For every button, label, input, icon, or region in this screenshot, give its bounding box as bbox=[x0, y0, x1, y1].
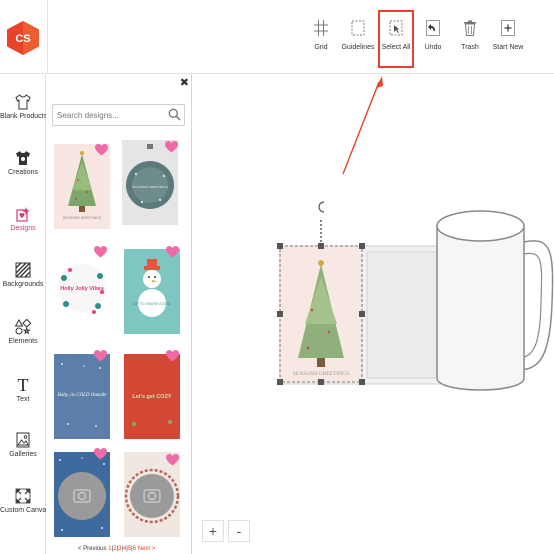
design-thumbnail[interactable]: Holly Jolly Vibes bbox=[54, 248, 110, 333]
favorite-heart-icon[interactable] bbox=[95, 144, 108, 156]
snowman-illustration: UP TO SNOW GOOD bbox=[134, 259, 171, 317]
page-link[interactable]: 6 bbox=[133, 546, 136, 552]
pagination: < Previous 1|2|3|4|5|6 Next > bbox=[78, 546, 156, 552]
undo-icon bbox=[426, 20, 440, 36]
page-link[interactable]: 4 bbox=[123, 546, 126, 552]
guidelines-label: Guidelines bbox=[341, 44, 375, 51]
cold-outside-illustration: Baby, its COLD Outside bbox=[58, 363, 107, 427]
favorite-heart-icon[interactable] bbox=[166, 454, 179, 466]
page-link[interactable]: 3 bbox=[118, 546, 121, 552]
favorite-heart-icon[interactable] bbox=[165, 141, 178, 153]
tshirt-filled-icon bbox=[16, 151, 30, 165]
page-link[interactable]: 2 bbox=[113, 546, 116, 552]
logo-container: CS bbox=[0, 0, 48, 74]
designs-icon bbox=[16, 207, 30, 222]
guidelines-button[interactable]: Guidelines bbox=[336, 18, 380, 64]
search-input[interactable] bbox=[53, 105, 163, 126]
sidebar-item-galleries[interactable]: Galleries bbox=[0, 432, 46, 488]
design-thumbnail[interactable] bbox=[54, 452, 110, 537]
sidebar-item-designs[interactable]: Designs bbox=[0, 206, 46, 262]
sidebar-item-label: Backgrounds bbox=[2, 281, 44, 288]
design-caption: Holly Jolly Vibes bbox=[60, 286, 104, 292]
custom-canvas-icon bbox=[15, 488, 31, 504]
galleries-icon bbox=[16, 432, 30, 448]
design-caption: SEASONS GREETINGS bbox=[132, 185, 168, 189]
zoom-in-button[interactable]: + bbox=[202, 520, 224, 542]
next-page-link[interactable]: Next > bbox=[138, 546, 156, 552]
design-thumbnail[interactable]: UP TO SNOW GOOD bbox=[124, 249, 180, 334]
plus-icon bbox=[501, 20, 515, 36]
sidebar-item-backgrounds[interactable]: Backgrounds bbox=[0, 262, 46, 318]
sidebar-item-label: Creations bbox=[8, 169, 38, 176]
start-new-button[interactable]: Start New bbox=[486, 18, 530, 64]
design-caption: UP TO SNOW GOOD bbox=[134, 302, 171, 306]
search-icon[interactable] bbox=[168, 108, 181, 121]
favorite-heart-icon[interactable] bbox=[94, 350, 107, 362]
sidebar-item-label: Blank Products bbox=[0, 113, 48, 120]
favorite-heart-icon[interactable] bbox=[166, 350, 179, 362]
top-toolbar: Grid Guidelines Select All Undo Trash St… bbox=[48, 0, 554, 74]
sidebar-item-label: Text bbox=[16, 396, 30, 403]
design-caption: SEASONS GREETINGS bbox=[63, 216, 102, 220]
image-placeholder bbox=[58, 457, 106, 531]
close-icon[interactable]: ✖ bbox=[180, 78, 189, 89]
logo-text: CS bbox=[15, 33, 30, 45]
favorite-heart-icon[interactable] bbox=[94, 246, 107, 258]
guidelines-icon bbox=[351, 20, 365, 36]
backgrounds-icon bbox=[15, 262, 31, 278]
christmas-tree-illustration: SEASONS GREETINGS bbox=[63, 151, 102, 220]
elements-icon bbox=[15, 319, 31, 335]
search-box bbox=[52, 104, 185, 126]
trash-icon bbox=[464, 20, 476, 36]
favorite-heart-icon[interactable] bbox=[166, 246, 179, 258]
zoom-out-button[interactable]: - bbox=[228, 520, 250, 542]
design-canvas[interactable]: SEASONS GREETINGS + - bbox=[192, 74, 554, 554]
sidebar-item-custom-canvas[interactable]: Custom Canvas bbox=[0, 488, 50, 544]
designs-panel: ✖ SEASONS GREETINGS SEASONS GREETINGS bbox=[46, 74, 192, 554]
mug-preview: SEASONS GREETINGS bbox=[277, 76, 554, 391]
design-thumbnail[interactable]: SEASONS GREETINGS bbox=[54, 144, 110, 229]
design-caption: SEASONS GREETINGS bbox=[293, 371, 349, 377]
design-caption: Baby, its COLD Outside bbox=[58, 393, 107, 398]
start-new-label: Start New bbox=[492, 44, 524, 51]
sidebar-item-blank-products[interactable]: Blank Products bbox=[0, 94, 48, 150]
sidebar-item-label: Galleries bbox=[9, 451, 37, 458]
sidebar-item-label: Designs bbox=[10, 225, 36, 232]
cozy-illustration: Let's get COZY bbox=[124, 354, 180, 439]
grid-icon bbox=[314, 20, 328, 36]
left-sidebar: Blank Products Creations Designs Backgro… bbox=[0, 74, 50, 554]
holly-jolly-illustration: Holly Jolly Vibes bbox=[58, 264, 106, 314]
page-link[interactable]: 1 bbox=[108, 546, 111, 552]
sidebar-item-creations[interactable]: Creations bbox=[0, 150, 46, 206]
sidebar-item-elements[interactable]: Elements bbox=[0, 319, 46, 375]
logo: CS bbox=[7, 21, 39, 55]
select-all-button[interactable]: Select All bbox=[378, 10, 414, 68]
annotation-arrow bbox=[342, 81, 380, 175]
page-link[interactable]: 5 bbox=[128, 546, 131, 552]
select-all-icon bbox=[389, 20, 403, 36]
design-thumbnail[interactable]: Let's get COZY bbox=[124, 354, 180, 439]
tshirt-icon bbox=[15, 94, 31, 110]
prev-page-link[interactable]: < Previous bbox=[78, 546, 107, 552]
svg-text:T: T bbox=[18, 375, 29, 393]
design-thumbnail[interactable]: Baby, its COLD Outside bbox=[54, 354, 110, 439]
favorite-heart-icon[interactable] bbox=[94, 448, 107, 460]
design-caption: Let's get COZY bbox=[132, 394, 172, 400]
sidebar-item-label: Custom Canvas bbox=[0, 507, 50, 514]
select-all-label: Select All bbox=[381, 44, 411, 51]
sidebar-item-text[interactable]: T Text bbox=[0, 375, 46, 431]
text-icon: T bbox=[18, 375, 29, 393]
rotate-icon[interactable] bbox=[318, 201, 325, 213]
sidebar-item-label: Elements bbox=[8, 338, 38, 345]
